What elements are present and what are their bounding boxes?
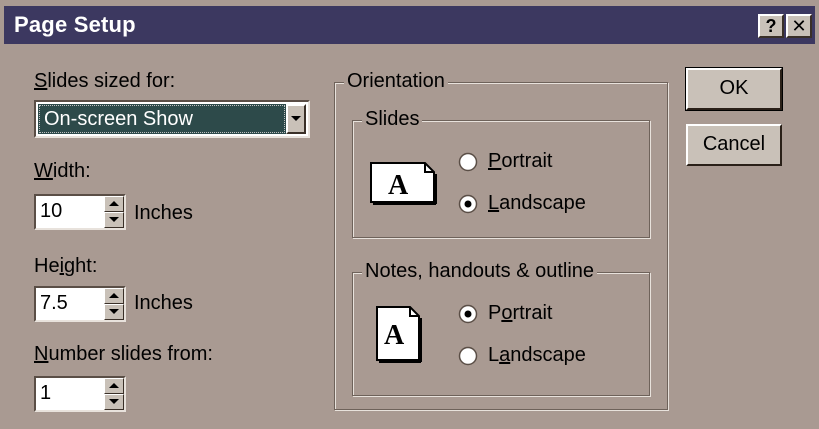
width-value[interactable]: 10 <box>40 200 62 223</box>
title-bar[interactable]: Page Setup ? ✕ <box>4 6 815 44</box>
slides-sized-for-dropdown[interactable]: On-screen Show <box>34 100 310 138</box>
slides-portrait-label[interactable]: Portrait <box>488 150 552 173</box>
height-label: Height: <box>34 255 98 277</box>
svg-text:A: A <box>388 170 409 201</box>
close-button[interactable]: ✕ <box>786 14 812 38</box>
width-label: Width: <box>34 160 91 182</box>
arrow-up-icon <box>109 293 119 298</box>
chevron-down-icon <box>291 116 301 121</box>
notes-landscape-label[interactable]: Landscape <box>488 344 586 367</box>
number-spin-down-button[interactable] <box>104 394 124 410</box>
height-spin-up-button[interactable] <box>104 288 124 304</box>
notes-group-label: Notes, handouts & outline <box>362 260 598 283</box>
height-spin-down-button[interactable] <box>104 304 124 320</box>
arrow-down-icon <box>109 399 119 404</box>
notes-portrait-label[interactable]: Portrait <box>488 302 552 325</box>
slides-portrait-radio[interactable] <box>458 152 478 172</box>
arrow-up-icon <box>109 201 119 206</box>
number-slides-from-spinner[interactable]: 1 <box>34 376 126 412</box>
slides-sized-for-label: Slides sized for: <box>34 70 176 92</box>
width-spin-up-button[interactable] <box>104 196 124 212</box>
cancel-button[interactable]: Cancel <box>686 124 782 166</box>
number-slides-from-value[interactable]: 1 <box>40 382 51 405</box>
ok-button[interactable]: OK <box>685 67 783 111</box>
arrow-down-icon <box>109 309 119 314</box>
number-spin-up-button[interactable] <box>104 378 124 394</box>
notes-landscape-radio[interactable] <box>458 346 478 366</box>
slides-landscape-radio[interactable] <box>458 194 478 214</box>
help-button[interactable]: ? <box>758 14 784 38</box>
width-spinner[interactable]: 10 <box>34 194 126 230</box>
page-setup-dialog: Page Setup ? ✕ Slides sized for: On-scre… <box>0 0 819 429</box>
orientation-label: Orientation <box>344 70 448 93</box>
height-spinner[interactable]: 7.5 <box>34 286 126 322</box>
portrait-page-icon: A <box>376 306 422 363</box>
arrow-down-icon <box>109 217 119 222</box>
width-spin-down-button[interactable] <box>104 212 124 228</box>
slides-sized-for-value: On-screen Show <box>38 104 286 134</box>
width-unit-label: Inches <box>134 202 193 224</box>
number-slides-from-label: Number slides from: <box>34 343 213 365</box>
slides-group-label: Slides <box>362 108 423 131</box>
slides-landscape-label[interactable]: Landscape <box>488 192 586 215</box>
landscape-page-icon: A <box>370 162 437 205</box>
height-value[interactable]: 7.5 <box>40 292 68 315</box>
dropdown-arrow-button[interactable] <box>286 104 306 134</box>
arrow-up-icon <box>109 383 119 388</box>
notes-portrait-radio[interactable] <box>458 304 478 324</box>
height-unit-label: Inches <box>134 292 193 314</box>
dialog-title: Page Setup <box>14 12 136 37</box>
svg-text:A: A <box>384 320 405 351</box>
